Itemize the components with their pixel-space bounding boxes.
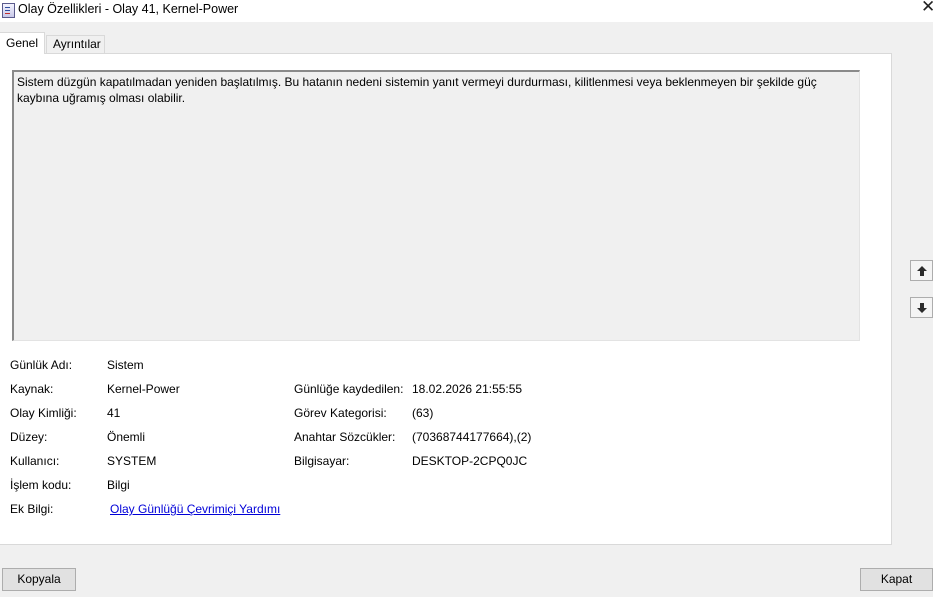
next-event-button[interactable] [910, 297, 933, 318]
log-name-label: Günlük Adı: [10, 358, 73, 372]
keywords-value: (70368744177664),(2) [412, 430, 532, 444]
opcode-label: İşlem kodu: [10, 478, 72, 492]
keywords-label: Anahtar Sözcükler: [294, 430, 396, 444]
computer-label: Bilgisayar: [294, 454, 350, 468]
source-label: Kaynak: [10, 382, 54, 396]
copy-button[interactable]: Kopyala [2, 568, 76, 591]
logged-label: Günlüğe kaydedilen: [294, 382, 404, 396]
computer-value: DESKTOP-2CPQ0JC [412, 454, 528, 468]
event-description[interactable]: Sistem düzgün kapatılmadan yeniden başla… [12, 70, 860, 341]
event-properties-icon [2, 3, 15, 18]
level-label: Düzey: [10, 430, 48, 444]
tab-genel[interactable]: Genel [0, 32, 45, 54]
tab-ayrintilar[interactable]: Ayrıntılar [46, 35, 105, 53]
previous-event-button[interactable] [910, 260, 933, 281]
user-value: SYSTEM [107, 454, 157, 468]
logged-value: 18.02.2026 21:55:55 [412, 382, 523, 396]
event-id-label: Olay Kimliği: [10, 406, 77, 420]
more-info-label: Ek Bilgi: [10, 502, 54, 516]
task-category-label: Görev Kategorisi: [294, 406, 387, 420]
user-label: Kullanıcı: [10, 454, 60, 468]
arrow-down-icon [917, 303, 927, 313]
online-help-link[interactable]: Olay Günlüğü Çevrimiçi Yardımı [110, 501, 280, 517]
close-icon[interactable]: ✕ [921, 0, 933, 16]
level-value: Önemli [107, 430, 146, 444]
title-bar: Olay Özellikleri - Olay 41, Kernel-Power… [0, 0, 933, 22]
task-category-value: (63) [412, 406, 434, 420]
arrow-up-icon [917, 266, 927, 276]
window-title: Olay Özellikleri - Olay 41, Kernel-Power [18, 2, 239, 16]
opcode-value: Bilgi [107, 478, 130, 492]
log-name-value: Sistem [107, 358, 144, 372]
event-id-value: 41 [107, 406, 121, 420]
source-value: Kernel-Power [107, 382, 180, 396]
close-button[interactable]: Kapat [860, 568, 933, 591]
